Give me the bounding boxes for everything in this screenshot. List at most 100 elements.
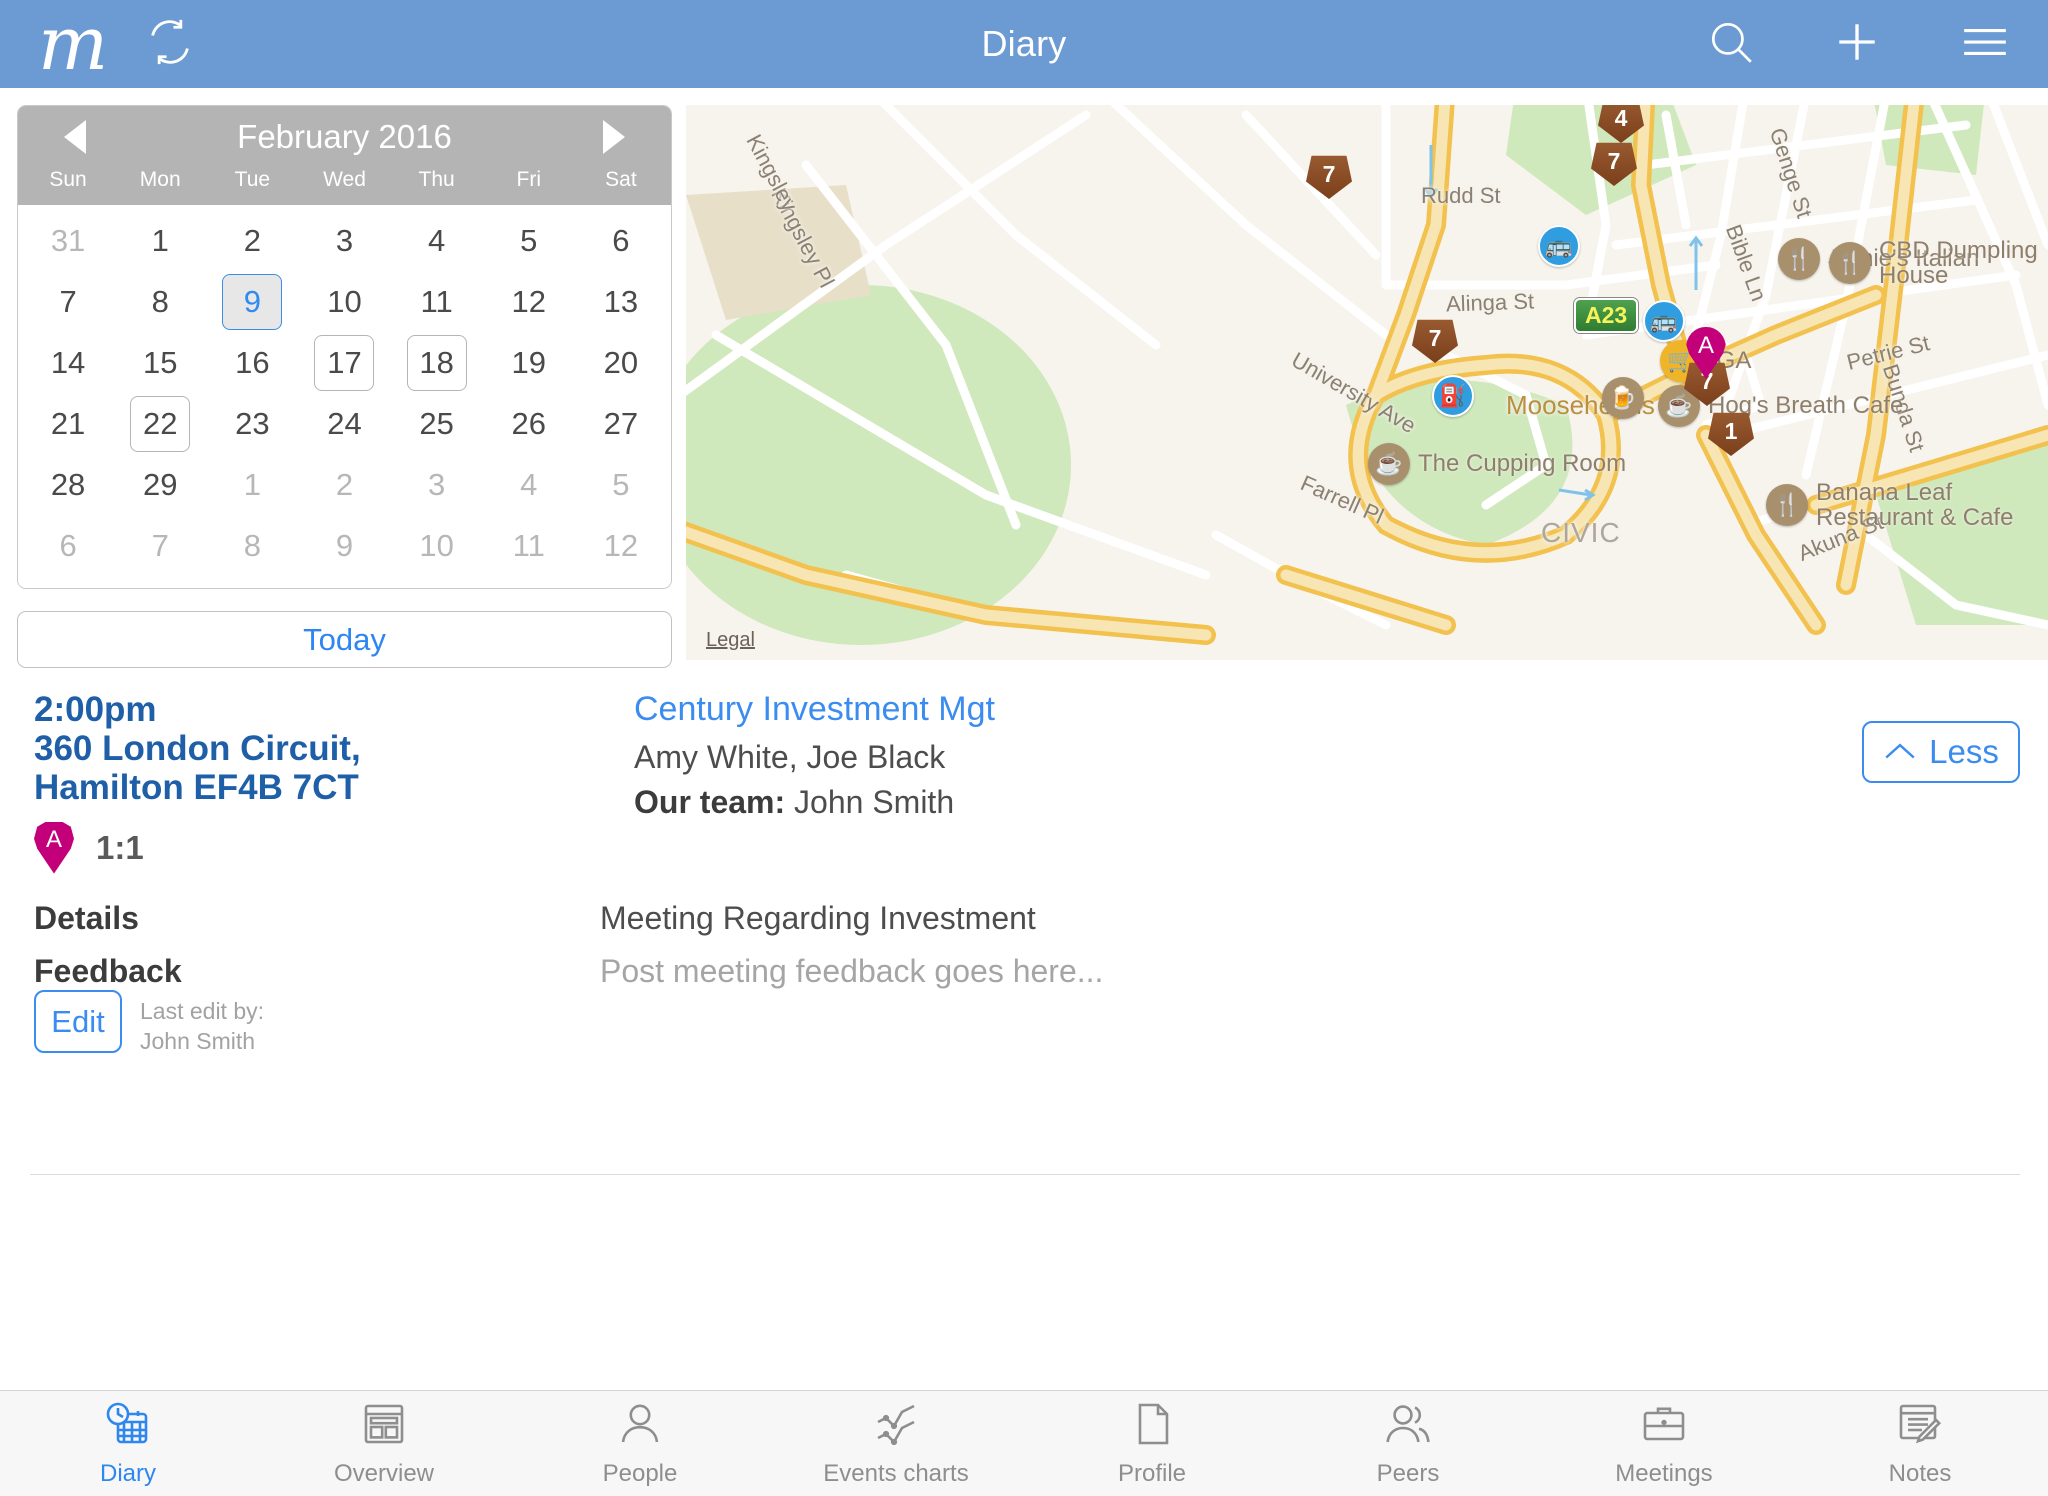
calendar-day-cell[interactable]: 14 bbox=[22, 332, 114, 393]
search-button[interactable] bbox=[1706, 17, 1756, 72]
calendar-day-number: 4 bbox=[407, 213, 467, 269]
event-company-link[interactable]: Century Investment Mgt bbox=[634, 690, 1784, 729]
calendar-day-cell[interactable]: 15 bbox=[114, 332, 206, 393]
calendar-day-number: 29 bbox=[130, 457, 190, 513]
event-our-team: Our team: John Smith bbox=[634, 784, 1784, 821]
calendar-day-cell[interactable]: 3 bbox=[298, 210, 390, 271]
calendar-day-cell[interactable]: 22 bbox=[114, 393, 206, 454]
tab-diary[interactable]: Diary bbox=[0, 1400, 256, 1488]
less-toggle-button[interactable]: Less bbox=[1862, 721, 2020, 783]
calendar-day-cell[interactable]: 11 bbox=[483, 515, 575, 576]
tab-people[interactable]: People bbox=[512, 1400, 768, 1488]
calendar-day-cell[interactable]: 16 bbox=[206, 332, 298, 393]
calendar-day-number: 1 bbox=[130, 213, 190, 269]
calendar-day-cell[interactable]: 6 bbox=[22, 515, 114, 576]
last-edit-label: Last edit by: bbox=[140, 996, 264, 1026]
event-meeting-type: 1:1 bbox=[96, 829, 144, 867]
calendar-day-number: 4 bbox=[499, 457, 559, 513]
event-address-line2: Hamilton EF4B 7CT bbox=[34, 768, 614, 807]
calendar-day-cell[interactable]: 12 bbox=[483, 271, 575, 332]
calendar-day-cell[interactable]: 7 bbox=[22, 271, 114, 332]
calendar-dow-sun: Sun bbox=[22, 168, 114, 192]
calendar-day-number: 26 bbox=[499, 396, 559, 452]
tab-peers[interactable]: Peers bbox=[1280, 1400, 1536, 1488]
calendar-day-cell[interactable]: 4 bbox=[483, 454, 575, 515]
map-legal-link[interactable]: Legal bbox=[706, 629, 755, 652]
calendar-day-cell[interactable]: 9 bbox=[298, 515, 390, 576]
calendar-day-cell[interactable]: 25 bbox=[391, 393, 483, 454]
calendar-day-number: 5 bbox=[499, 213, 559, 269]
tab-label: Events charts bbox=[823, 1460, 968, 1488]
last-edit-meta: Last edit by: John Smith bbox=[140, 990, 264, 1057]
calendar-day-number: 23 bbox=[222, 396, 282, 452]
feedback-placeholder[interactable]: Post meeting feedback goes here... bbox=[600, 953, 1103, 990]
hamburger-menu-icon bbox=[1958, 17, 2012, 72]
today-button[interactable]: Today bbox=[17, 611, 672, 668]
calendar-day-cell[interactable]: 27 bbox=[575, 393, 667, 454]
calendar-day-number: 27 bbox=[591, 396, 651, 452]
calendar-day-cell[interactable]: 10 bbox=[298, 271, 390, 332]
calendar-day-cell[interactable]: 26 bbox=[483, 393, 575, 454]
calendar-week-row: 28 29 12345 bbox=[22, 454, 667, 515]
calendar-day-cell[interactable]: 2 bbox=[298, 454, 390, 515]
calendar-day-cell[interactable]: 28 bbox=[22, 454, 114, 515]
calendar-day-cell[interactable]: 1 bbox=[206, 454, 298, 515]
tab-label: Notes bbox=[1889, 1460, 1952, 1488]
calendar-dow-sat: Sat bbox=[575, 168, 667, 192]
calendar-day-cell[interactable]: 5 bbox=[575, 454, 667, 515]
event-address-line1: 360 London Circuit, bbox=[34, 729, 614, 768]
calendar-day-cell[interactable]: 21 bbox=[22, 393, 114, 454]
edit-button[interactable]: Edit bbox=[34, 990, 122, 1053]
calendar-day-cell[interactable]: 11 bbox=[391, 271, 483, 332]
calendar-day-cell[interactable]: 3 bbox=[391, 454, 483, 515]
calendar-day-cell[interactable]: 9 bbox=[206, 271, 298, 332]
calendar-day-cell[interactable]: 12 bbox=[575, 515, 667, 576]
tab-overview[interactable]: Overview bbox=[256, 1400, 512, 1488]
calendar-day-cell[interactable]: 13 bbox=[575, 271, 667, 332]
event-info-rows: Details Meeting Regarding Investment Fee… bbox=[0, 900, 2048, 1006]
calendar-day-cell[interactable]: 19 bbox=[483, 332, 575, 393]
calendar-weekday-header: SunMonTueWedThuFriSat bbox=[18, 168, 671, 200]
next-month-button[interactable] bbox=[603, 120, 625, 154]
calendar-day-cell[interactable]: 18 bbox=[391, 332, 483, 393]
calendar-day-cell[interactable]: 10 bbox=[391, 515, 483, 576]
calendar-day-cell[interactable]: 1 bbox=[114, 210, 206, 271]
calendar-day-number: 3 bbox=[314, 213, 374, 269]
calendar-day-cell[interactable]: 20 bbox=[575, 332, 667, 393]
calendar-day-number: 12 bbox=[499, 274, 559, 330]
calendar-day-number: 9 bbox=[314, 518, 374, 574]
calendar-dow-mon: Mon bbox=[114, 168, 206, 192]
plus-icon bbox=[1832, 17, 1882, 72]
calendar-grid[interactable]: 3112345678910111213141516171819202122232… bbox=[18, 205, 671, 588]
calendar-month-label: February 2016 bbox=[237, 118, 452, 156]
tab-label: Peers bbox=[1377, 1460, 1440, 1488]
tab-notes[interactable]: Notes bbox=[1792, 1400, 2048, 1488]
calendar-day-cell[interactable]: 23 bbox=[206, 393, 298, 454]
tab-events-charts[interactable]: Events charts bbox=[768, 1400, 1024, 1488]
calendar-day-cell[interactable]: 7 bbox=[114, 515, 206, 576]
calendar-day-cell[interactable]: 6 bbox=[575, 210, 667, 271]
calendar-day-cell[interactable]: 5 bbox=[483, 210, 575, 271]
calendar-week-row: 2122 23 2425 26 27 bbox=[22, 393, 667, 454]
search-icon bbox=[1706, 17, 1756, 72]
less-button-label: Less bbox=[1929, 733, 1999, 771]
calendar-day-cell[interactable]: 31 bbox=[22, 210, 114, 271]
prev-month-button[interactable] bbox=[64, 120, 86, 154]
location-map[interactable]: CIVIC A23 Rudd StKingsley PlKingsleyAlin… bbox=[686, 105, 2048, 660]
calendar-day-cell[interactable]: 2 bbox=[206, 210, 298, 271]
calendar-day-cell[interactable]: 29 bbox=[114, 454, 206, 515]
feedback-label: Feedback bbox=[0, 953, 600, 990]
menu-button[interactable] bbox=[1958, 17, 2012, 72]
calendar-day-number: 28 bbox=[38, 457, 98, 513]
calendar-day-cell[interactable]: 24 bbox=[298, 393, 390, 454]
event-type-row: A 1:1 bbox=[34, 822, 614, 874]
calendar-widget: February 2016 SunMonTueWedThuFriSat 3112… bbox=[17, 105, 672, 589]
add-button[interactable] bbox=[1832, 17, 1882, 72]
line-chart-icon bbox=[872, 1400, 920, 1453]
tab-profile[interactable]: Profile bbox=[1024, 1400, 1280, 1488]
calendar-day-cell[interactable]: 4 bbox=[391, 210, 483, 271]
calendar-day-cell[interactable]: 17 bbox=[298, 332, 390, 393]
calendar-day-cell[interactable]: 8 bbox=[206, 515, 298, 576]
tab-meetings[interactable]: Meetings bbox=[1536, 1400, 1792, 1488]
calendar-day-cell[interactable]: 8 bbox=[114, 271, 206, 332]
